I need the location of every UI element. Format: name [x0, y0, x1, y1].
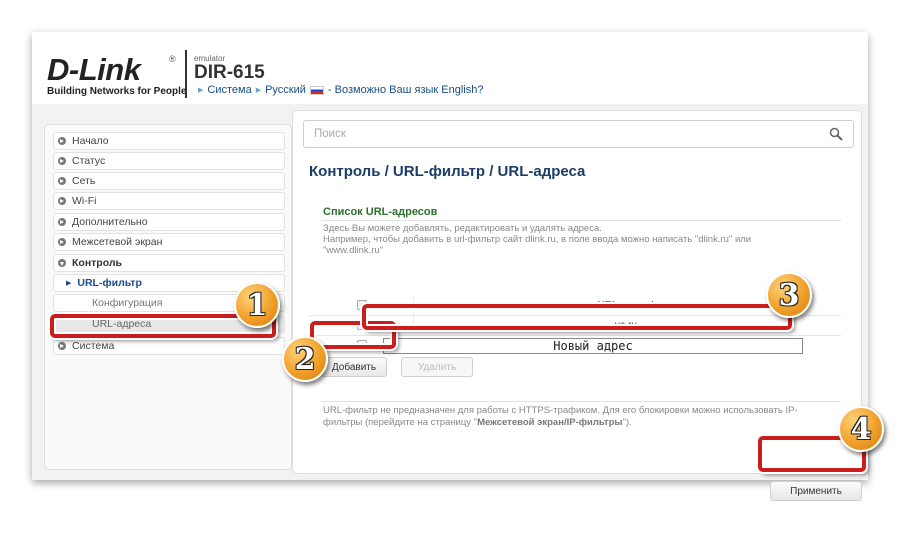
callout-badge-1: 1 — [234, 282, 280, 328]
add-button[interactable]: Добавить — [321, 357, 387, 377]
chevron-right-icon — [58, 177, 66, 185]
model-name: DIR-615 — [194, 62, 265, 83]
logo-tagline: Building Networks for People — [47, 86, 187, 97]
callout-badge-2: 2 — [282, 336, 328, 382]
description-line: Здесь Вы можете добавлять, редактировать… — [323, 223, 602, 234]
section-description: Здесь Вы можете добавлять, редактировать… — [323, 223, 793, 256]
header: D-Link ® Building Networks for People em… — [32, 32, 868, 104]
divider — [321, 401, 841, 402]
callout-badge-3: 3 — [766, 272, 812, 318]
sidebar-item-advanced[interactable]: Дополнительно — [53, 213, 285, 231]
sidebar-item-label: Система — [72, 340, 115, 352]
sidebar-item-network[interactable]: Сеть — [53, 172, 285, 190]
language-prompt-link[interactable]: - Возможно Ваш язык English? — [328, 84, 484, 96]
firewall-ip-filters-link[interactable]: Межсетевой экран/IP-фильтры — [477, 417, 622, 428]
search-icon[interactable] — [829, 127, 843, 141]
chevron-right-icon — [58, 342, 66, 350]
chevron-right-icon — [58, 238, 66, 246]
callout-badge-4: 4 — [838, 406, 884, 452]
description-line: Например, чтобы добавить в url-фильтр са… — [323, 234, 752, 256]
sidebar-item-system[interactable]: Система — [53, 337, 285, 355]
sidebar-item-control[interactable]: Контроль — [53, 254, 285, 272]
chevron-right-icon — [58, 197, 66, 205]
sidebar-item-firewall[interactable]: Межсетевой экран — [53, 233, 285, 251]
sidebar-item-label: Конфигурация — [92, 297, 163, 309]
note-end: "). — [622, 417, 632, 428]
chevron-right-icon: ▶ — [255, 87, 262, 94]
chevron-right-icon — [58, 137, 66, 145]
sidebar-item-label: Контроль — [72, 257, 122, 269]
sidebar-item-label: Статус — [72, 155, 106, 167]
chevron-right-icon: ▶ — [198, 87, 204, 94]
registered-mark: ® — [169, 54, 176, 64]
https-note: URL-фильтр не предназначен для работы с … — [323, 405, 823, 429]
sidebar-item-label: Wi-Fi — [72, 195, 97, 207]
language-link[interactable]: Русский — [265, 84, 306, 96]
sidebar-item-label: Начало — [72, 135, 109, 147]
sidebar-item-home[interactable]: Начало — [53, 132, 285, 150]
highlight-new-url — [362, 304, 792, 330]
dlink-logo: D-Link — [47, 52, 141, 87]
chevron-right-icon — [58, 157, 66, 165]
sidebar-item-label: Сеть — [72, 175, 96, 187]
header-breadcrumb: ▶ Система ▶ Русский - Возможно Ваш язык … — [194, 84, 484, 96]
delete-button[interactable]: Удалить — [401, 357, 473, 377]
search-input[interactable]: Поиск — [303, 120, 854, 148]
sidebar-item-label: Межсетевой экран — [72, 236, 163, 248]
router-admin-window: D-Link ® Building Networks for People em… — [32, 32, 868, 501]
new-url-input[interactable]: Новый адрес — [383, 338, 803, 354]
chevron-right-icon — [58, 218, 66, 226]
apply-button[interactable]: Применить — [770, 481, 862, 501]
search-placeholder: Поиск — [314, 128, 346, 140]
system-link[interactable]: Система — [207, 84, 251, 96]
chevron-down-icon — [58, 259, 66, 267]
sidebar-item-wifi[interactable]: Wi-Fi — [53, 192, 285, 210]
header-divider — [185, 50, 187, 98]
triangle-right-icon: ▶ — [66, 280, 72, 287]
section-title: Список URL-адресов — [323, 206, 438, 218]
sidebar-item-label: Дополнительно — [72, 216, 148, 228]
sidebar-item-status[interactable]: Статус — [53, 152, 285, 170]
divider — [321, 220, 841, 221]
sidebar-item-label: URL-фильтр — [77, 277, 142, 289]
page-title: Контроль / URL-фильтр / URL-адреса — [309, 163, 586, 180]
russian-flag-icon — [309, 85, 324, 95]
